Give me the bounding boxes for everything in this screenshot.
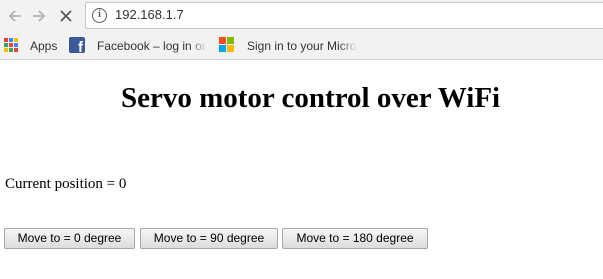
info-icon[interactable]: i: [92, 8, 107, 23]
back-button[interactable]: [2, 3, 28, 29]
page-title: Servo motor control over WiFi: [121, 82, 501, 114]
move-90-degree-button[interactable]: Move to = 90 degree: [140, 228, 278, 249]
forward-arrow-icon: [33, 10, 46, 22]
move-180-degree-button[interactable]: Move to = 180 degree: [282, 228, 428, 249]
bookmark-microsoft[interactable]: Sign in to your Micro: [247, 38, 357, 54]
browser-toolbar: i 192.168.1.7: [0, 0, 603, 32]
back-arrow-icon: [8, 10, 21, 22]
forward-button[interactable]: [26, 3, 52, 29]
move-0-degree-button[interactable]: Move to = 0 degree: [4, 228, 135, 249]
bookmarks-bar: Apps Facebook – log in or Sign in to you…: [0, 32, 603, 60]
apps-icon[interactable]: [4, 38, 18, 52]
address-url[interactable]: 192.168.1.7: [115, 7, 184, 22]
bookmark-facebook[interactable]: Facebook – log in or: [97, 38, 207, 54]
bookmark-apps[interactable]: Apps: [30, 38, 57, 54]
address-bar[interactable]: i 192.168.1.7: [85, 2, 603, 29]
stop-button[interactable]: [53, 3, 79, 29]
facebook-icon[interactable]: [69, 37, 85, 53]
stop-x-icon: [60, 10, 72, 22]
microsoft-icon[interactable]: [219, 37, 235, 53]
current-position-text: Current position = 0: [5, 176, 127, 192]
